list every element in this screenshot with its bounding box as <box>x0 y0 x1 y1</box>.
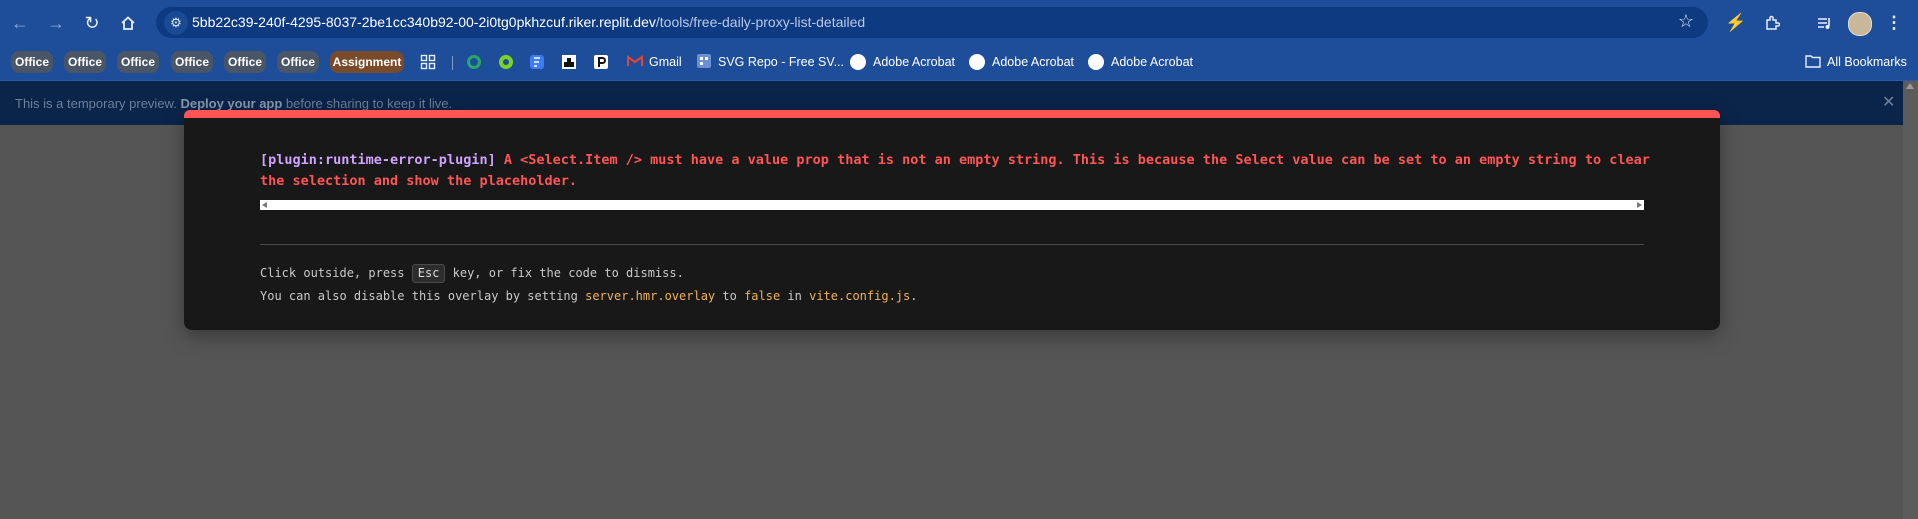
dismiss-tip: Click outside, press Esc key, or fix the… <box>260 264 684 283</box>
tip1-after: key, or fix the code to dismiss. <box>445 266 684 280</box>
menu-icon[interactable]: ⋮ <box>1880 9 1908 37</box>
code-frame-scroll[interactable] <box>260 200 1644 210</box>
bookmark-acrobat-3-label: Adobe Acrobat <box>1111 55 1194 69</box>
url-path: /tools/free-daily-proxy-list-detailed <box>655 14 866 30</box>
deploy-link[interactable]: Deploy your app <box>180 96 282 111</box>
tip2-mid1: to <box>715 289 745 303</box>
back-icon[interactable]: ← <box>6 9 34 37</box>
error-plugin-name: [plugin:runtime-error-plugin] <box>260 152 496 168</box>
esc-key: Esc <box>411 264 446 283</box>
site-info-icon[interactable]: ⚙ <box>164 11 188 35</box>
address-bar[interactable]: ⚙ 5bb22c39-240f-4295-8037-2be1cc340b92-0… <box>156 7 1708 38</box>
tip2-code-setting: server.hmr.overlay <box>585 289 716 303</box>
svgrepo-icon <box>696 53 712 72</box>
bookmark-office-2[interactable]: Office <box>64 51 106 73</box>
preview-banner-text: This is a temporary preview. Deploy your… <box>15 96 452 111</box>
folder-icon <box>1805 54 1821 71</box>
bookmark-acrobat-1-label: Adobe Acrobat <box>873 55 956 69</box>
tip2-end: . <box>910 289 918 303</box>
bookmark-office-5[interactable]: Office <box>224 51 266 73</box>
bookmark-assignment[interactable]: Assignment <box>330 51 404 73</box>
scroll-up-arrow[interactable] <box>1906 83 1914 89</box>
bookmark-separator <box>452 56 453 70</box>
apps-grid-icon[interactable] <box>420 54 436 70</box>
bookmark-office-4[interactable]: Office <box>171 51 213 73</box>
bookmark-svgrepo-label: SVG Repo - Free SV... <box>718 55 844 69</box>
blocks-bookmark-icon[interactable] <box>561 54 577 70</box>
banner-text-after: before sharing to keep it live. <box>282 96 453 111</box>
star-icon[interactable]: ☆ <box>1678 11 1694 32</box>
extensions-icon[interactable] <box>1758 9 1786 37</box>
gmail-icon <box>627 54 643 70</box>
bookmark-gmail[interactable]: Gmail <box>627 52 682 72</box>
bookmark-office-3[interactable]: Office <box>117 51 159 73</box>
banner-text-before: This is a temporary preview. <box>15 96 181 111</box>
bookmark-svgrepo[interactable]: SVG Repo - Free SV... <box>696 52 844 72</box>
bookmarks-bar: Office Office Office Office Office Offic… <box>0 45 1918 81</box>
bookmark-acrobat-2-label: Adobe Acrobat <box>992 55 1075 69</box>
error-overlay: [plugin:runtime-error-plugin] A <Select.… <box>184 110 1720 330</box>
error-message: [plugin:runtime-error-plugin] A <Select.… <box>260 150 1650 192</box>
browser-toolbar: ← → ↻ ⚙ 5bb22c39-240f-4295-8037-2be1cc34… <box>0 0 1918 45</box>
scroll-right-arrow[interactable] <box>1637 202 1642 208</box>
avatar[interactable] <box>1848 12 1872 36</box>
bookmark-acrobat-3[interactable]: Adobe Acrobat <box>1088 52 1193 72</box>
p-bookmark-icon[interactable] <box>593 54 609 70</box>
url-text[interactable]: 5bb22c39-240f-4295-8037-2be1cc340b92-00-… <box>192 14 865 30</box>
home-icon[interactable] <box>114 9 142 37</box>
tip1-before: Click outside, press <box>260 266 412 280</box>
bookmark-all[interactable]: All Bookmarks <box>1805 52 1907 72</box>
tip2-mid2: in <box>780 289 810 303</box>
overlay-divider <box>260 244 1644 245</box>
bookmark-office-1[interactable]: Office <box>11 51 53 73</box>
close-icon[interactable]: ✕ <box>1882 92 1895 112</box>
globe-icon <box>969 54 985 70</box>
reload-icon[interactable]: ↻ <box>78 9 106 37</box>
tip2-before: You can also disable this overlay by set… <box>260 289 586 303</box>
globe-bookmark-icon[interactable] <box>466 54 482 70</box>
bookmark-acrobat-1[interactable]: Adobe Acrobat <box>850 52 955 72</box>
bookmark-all-label: All Bookmarks <box>1827 55 1907 69</box>
globe-icon <box>1088 54 1104 70</box>
forward-icon[interactable]: → <box>42 9 70 37</box>
form-bookmark-icon[interactable] <box>529 54 545 70</box>
globe-icon <box>850 54 866 70</box>
bookmark-gmail-label: Gmail <box>649 55 682 69</box>
page-scrollbar[interactable] <box>1903 81 1918 519</box>
circle-bookmark-icon[interactable] <box>498 54 514 70</box>
tip2-code-file: vite.config.js <box>809 289 911 303</box>
url-host: 5bb22c39-240f-4295-8037-2be1cc340b92-00-… <box>192 14 656 30</box>
bolt-icon[interactable]: ⚡ <box>1722 9 1750 37</box>
tip2-code-false: false <box>744 289 781 303</box>
bookmark-office-6[interactable]: Office <box>277 51 319 73</box>
scroll-left-arrow[interactable] <box>262 202 267 208</box>
media-icon[interactable] <box>1810 9 1838 37</box>
bookmark-acrobat-2[interactable]: Adobe Acrobat <box>969 52 1074 72</box>
disable-tip: You can also disable this overlay by set… <box>260 289 917 303</box>
